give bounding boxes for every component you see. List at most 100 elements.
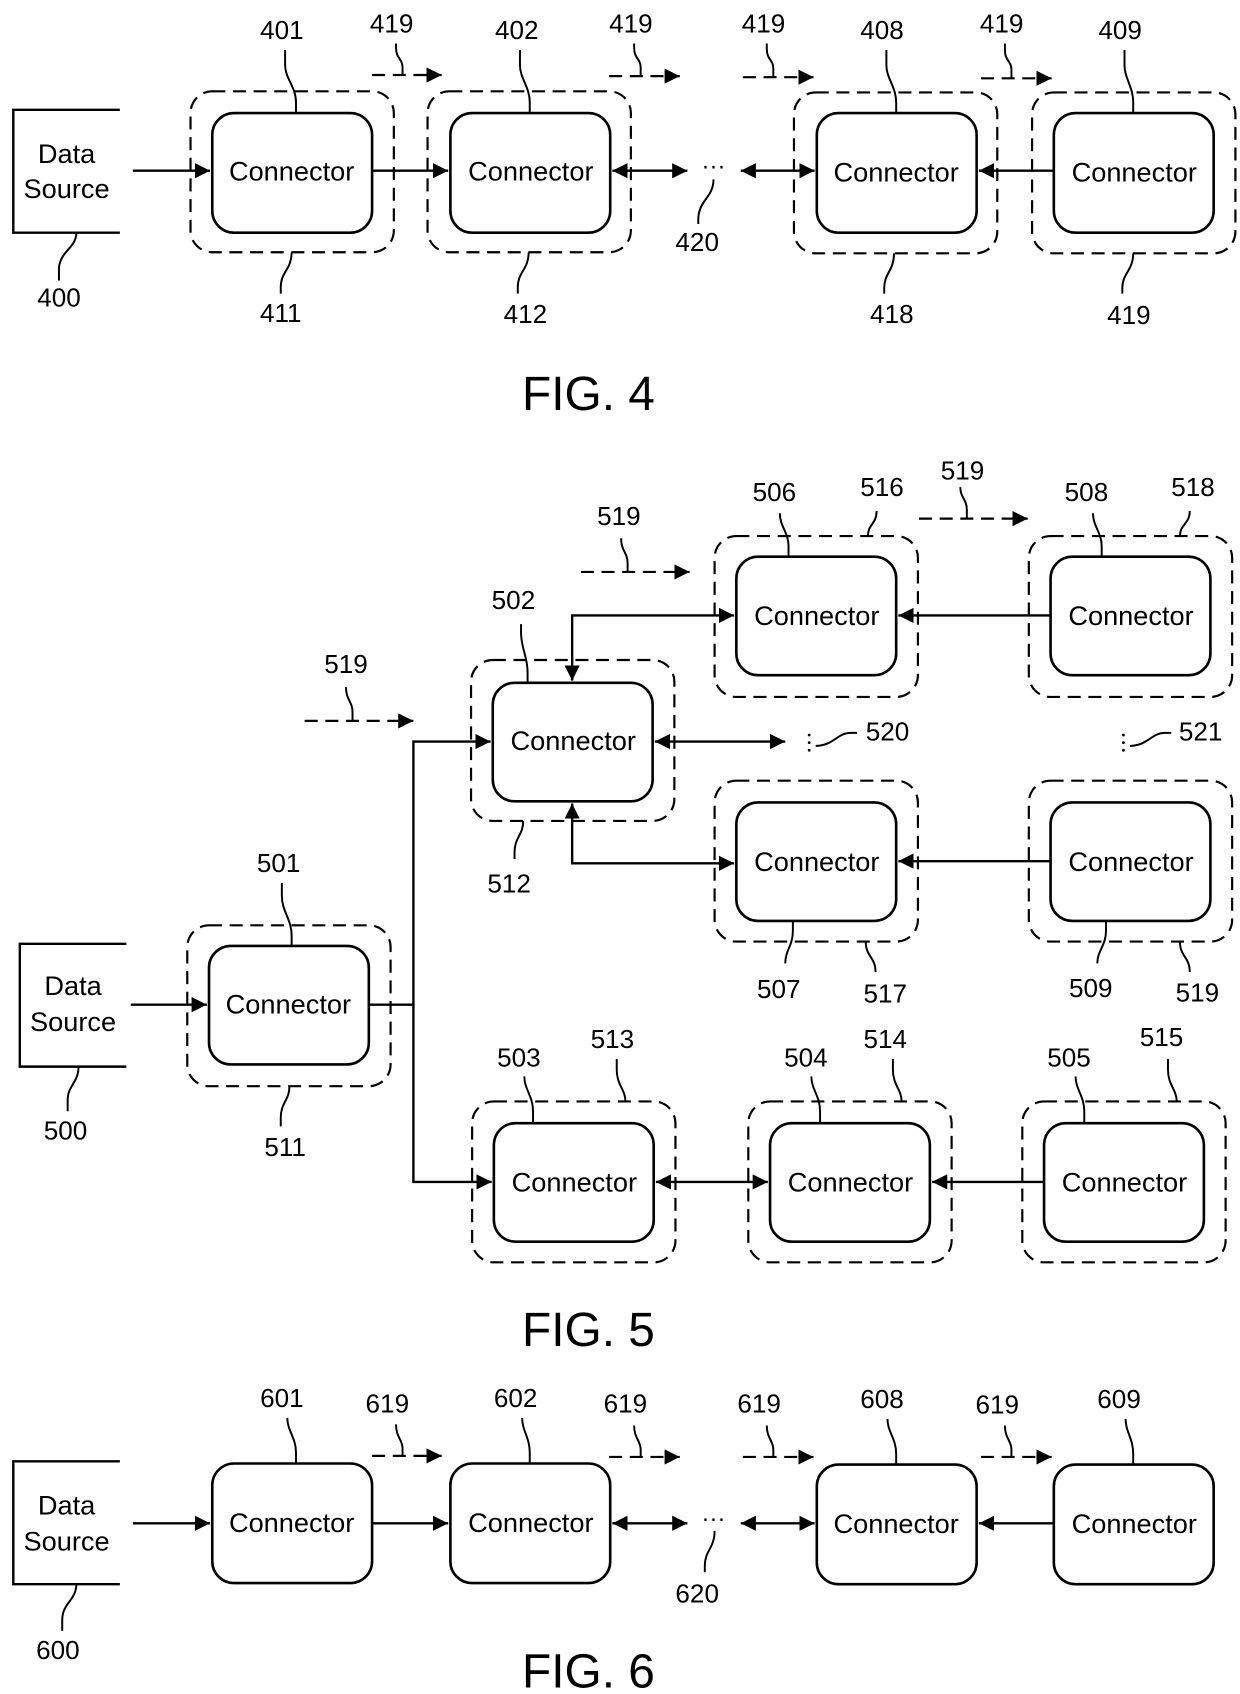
connector-node: Connector bbox=[492, 1121, 656, 1243]
leader-line bbox=[516, 252, 530, 294]
connector-node: Connector bbox=[815, 1463, 978, 1586]
branch-arrow bbox=[368, 733, 491, 1006]
connector-node: Connector bbox=[210, 1462, 374, 1585]
ref-label: 619 bbox=[604, 1388, 648, 1418]
leader-line bbox=[697, 179, 715, 224]
connector-node: Connector bbox=[735, 555, 898, 677]
ref-label: 400 bbox=[37, 283, 81, 313]
ref-label: 619 bbox=[366, 1388, 410, 1418]
ref-label: 419 bbox=[742, 9, 786, 39]
leader-line bbox=[1074, 1076, 1086, 1124]
ref-label: 419 bbox=[370, 9, 414, 39]
leader-line bbox=[885, 50, 898, 114]
svg-text:Connector: Connector bbox=[1068, 600, 1193, 631]
leader-line bbox=[1123, 50, 1135, 114]
ref-label: 509 bbox=[1069, 973, 1113, 1003]
ref-label: 408 bbox=[860, 15, 904, 45]
leader-line bbox=[1178, 941, 1191, 973]
leader-line bbox=[765, 1425, 775, 1457]
svg-text:Connector: Connector bbox=[754, 846, 879, 877]
svg-text:Source: Source bbox=[24, 173, 110, 204]
leader-line bbox=[513, 820, 525, 859]
leader-line bbox=[61, 1584, 78, 1631]
leader-line bbox=[345, 687, 354, 721]
ref-label: 517 bbox=[864, 978, 908, 1008]
leader-line bbox=[959, 487, 968, 519]
leader-line bbox=[1003, 1425, 1013, 1457]
vertical-ellipsis bbox=[1122, 733, 1125, 752]
connector-node: Connector bbox=[449, 111, 612, 234]
leader-line bbox=[883, 253, 895, 294]
connector-node: Connector bbox=[207, 944, 371, 1066]
ref-label: 419 bbox=[1107, 300, 1151, 330]
ref-label: 503 bbox=[497, 1043, 541, 1073]
ref-label: 419 bbox=[609, 9, 653, 39]
connector-node: Connector bbox=[449, 1462, 612, 1585]
connector-node: Connector bbox=[815, 111, 978, 234]
leader-line bbox=[703, 1530, 716, 1573]
leader-line bbox=[395, 43, 404, 76]
connector-node: Connector bbox=[1052, 1463, 1215, 1586]
svg-text:Connector: Connector bbox=[512, 1167, 637, 1198]
ref-label: 619 bbox=[976, 1389, 1020, 1419]
leader-line bbox=[521, 1417, 531, 1464]
connector-node: Connector bbox=[491, 681, 654, 803]
ref-label: 506 bbox=[753, 477, 797, 507]
ref-label: 619 bbox=[737, 1388, 781, 1418]
leader-line bbox=[286, 1417, 297, 1464]
ellipsis: ··· bbox=[702, 153, 726, 180]
leader-line bbox=[810, 1076, 822, 1124]
ref-label: 420 bbox=[675, 227, 719, 257]
ref-label: 419 bbox=[980, 9, 1024, 39]
ref-label: 418 bbox=[870, 299, 914, 329]
ref-label: 507 bbox=[757, 974, 801, 1004]
vertical-ellipsis bbox=[807, 733, 811, 752]
ref-label: 511 bbox=[264, 1132, 306, 1162]
svg-text:Connector: Connector bbox=[1068, 846, 1193, 877]
ref-label: 519 bbox=[941, 455, 985, 485]
leader-line bbox=[395, 1424, 404, 1456]
ref-label: 512 bbox=[487, 869, 531, 899]
leader-line bbox=[520, 624, 529, 683]
leader-line bbox=[815, 731, 858, 747]
leader-line bbox=[864, 941, 877, 973]
leader-line bbox=[765, 43, 775, 78]
data-source-block: Data Source bbox=[12, 108, 120, 234]
svg-text:Connector: Connector bbox=[468, 1507, 593, 1538]
connector-node: Connector bbox=[1049, 555, 1212, 677]
svg-text:Connector: Connector bbox=[1072, 157, 1197, 188]
svg-text:Data: Data bbox=[44, 970, 102, 1001]
leader-line bbox=[633, 43, 642, 77]
ref-label: 516 bbox=[860, 472, 904, 502]
ref-label: 601 bbox=[260, 1383, 304, 1413]
ref-label: 504 bbox=[784, 1043, 828, 1073]
leader-line bbox=[1121, 253, 1135, 294]
leader-line bbox=[1129, 731, 1172, 747]
leader-line bbox=[891, 1059, 903, 1102]
ref-label: 608 bbox=[860, 1384, 904, 1414]
svg-text:Source: Source bbox=[24, 1525, 110, 1556]
svg-text:Connector: Connector bbox=[229, 1507, 354, 1538]
svg-text:Connector: Connector bbox=[229, 155, 354, 186]
leader-line bbox=[615, 1059, 627, 1102]
ref-label: 620 bbox=[675, 1579, 719, 1609]
ref-label: 505 bbox=[1047, 1043, 1091, 1073]
figure-title: FIG. 5 bbox=[522, 1304, 655, 1357]
ellipsis: ··· bbox=[702, 1506, 726, 1533]
leader-line bbox=[518, 50, 531, 114]
data-source-block: Data Source bbox=[18, 942, 127, 1068]
connector-node: Connector bbox=[210, 111, 374, 234]
figure-6: Data Source 600 Connector Connector Conn… bbox=[12, 1383, 1215, 1694]
svg-text:Connector: Connector bbox=[511, 725, 636, 756]
data-source-block: Data Source bbox=[12, 1460, 120, 1586]
svg-text:Connector: Connector bbox=[468, 155, 593, 186]
connector-node: Connector bbox=[1052, 111, 1215, 234]
ref-label: 609 bbox=[1097, 1384, 1141, 1414]
bidirectional-arrow bbox=[564, 607, 735, 681]
ref-label: 518 bbox=[1171, 472, 1215, 502]
svg-text:Connector: Connector bbox=[788, 1167, 913, 1198]
leader-line bbox=[280, 882, 293, 946]
ref-label: 600 bbox=[36, 1635, 80, 1665]
ref-label: 508 bbox=[1065, 477, 1109, 507]
leader-line bbox=[279, 252, 293, 294]
